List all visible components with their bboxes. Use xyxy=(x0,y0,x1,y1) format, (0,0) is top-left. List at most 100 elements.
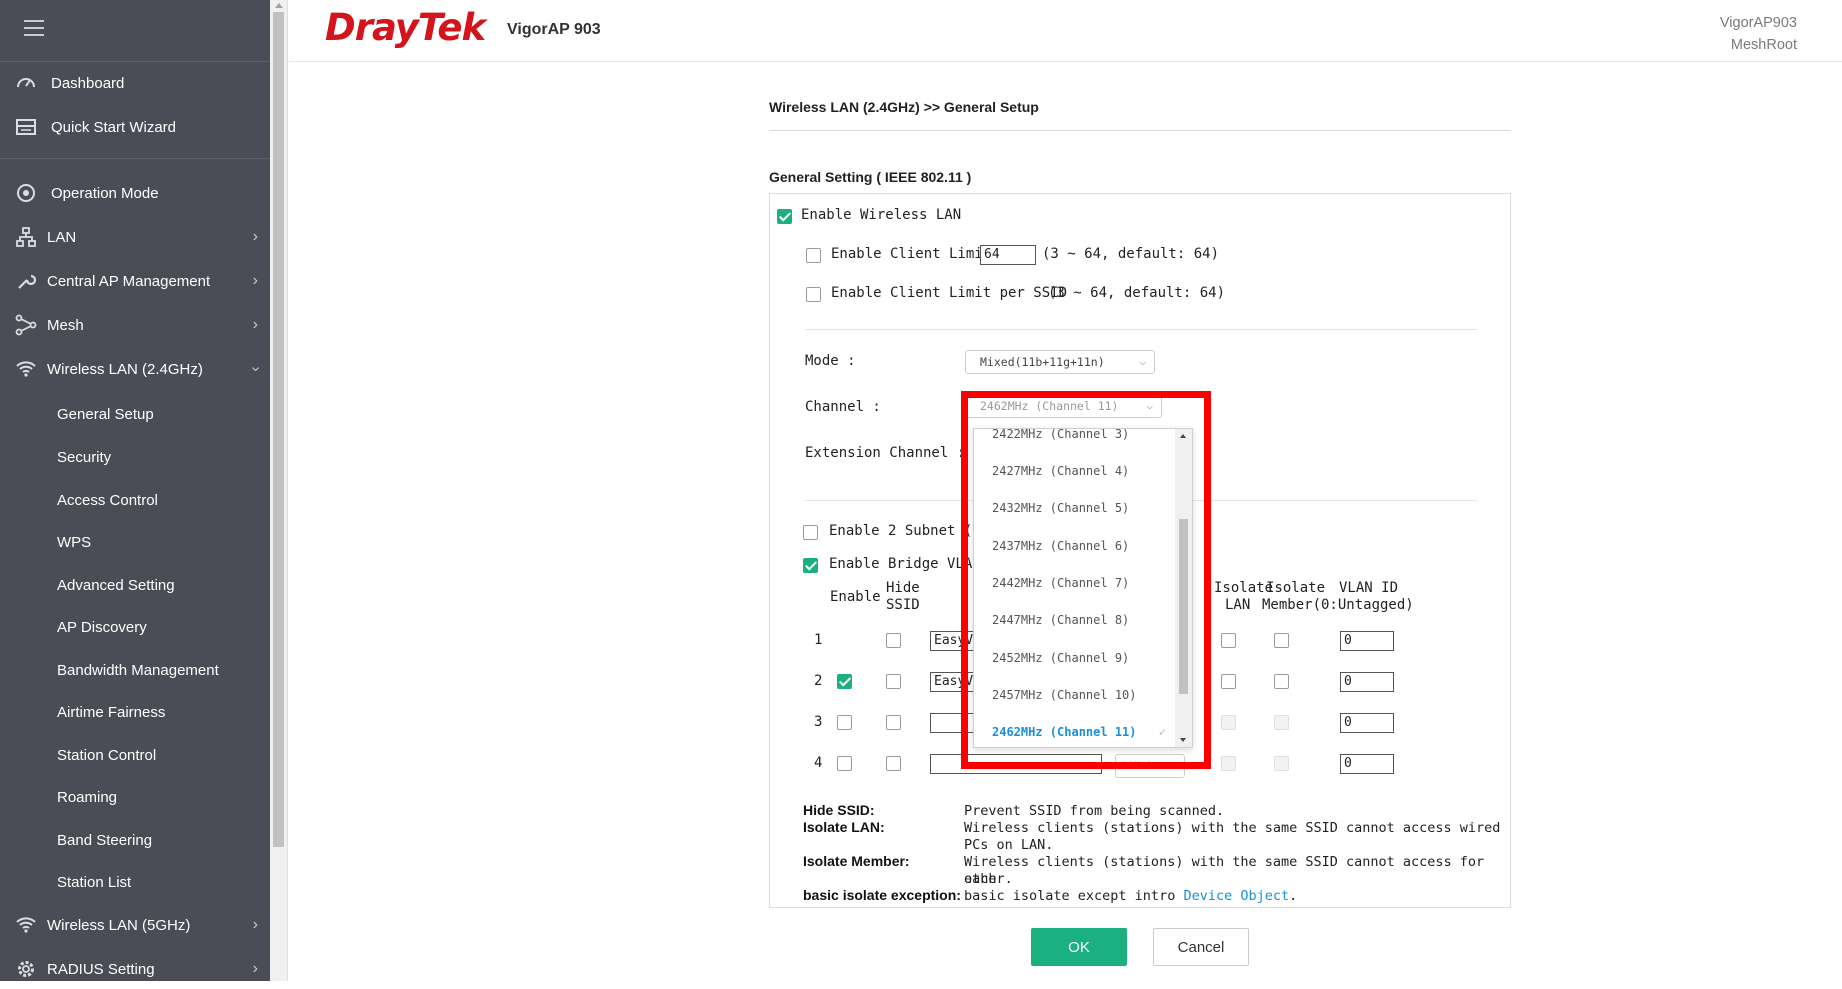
col-header-isolate-lan-2: LAN xyxy=(1225,597,1251,613)
vlan-id-input[interactable]: 0 xyxy=(1340,713,1394,733)
sidebar-subitem-station-list[interactable]: Station List xyxy=(0,863,270,901)
sidebar-item-wireless-lan-5[interactable]: Wireless LAN (5GHz) › xyxy=(0,905,270,945)
sidebar-item-label: Wireless LAN (5GHz) xyxy=(47,916,191,934)
sidebar-item-label: Operation Mode xyxy=(51,184,159,202)
sidebar-item-label: Wireless LAN (2.4GHz) xyxy=(47,360,203,378)
row-number: 1 xyxy=(814,632,823,648)
vlan-id-input[interactable]: 0 xyxy=(1340,631,1394,651)
sidebar-subitem-label: Band Steering xyxy=(57,831,153,849)
highlight-box xyxy=(961,391,1211,769)
sidebar-subitem-label: Airtime Fairness xyxy=(57,703,166,721)
sidebar-item-mesh[interactable]: Mesh › xyxy=(0,305,270,345)
row-number: 4 xyxy=(814,755,823,771)
dashboard-icon xyxy=(14,71,38,95)
enable-wlan-label: Enable Wireless LAN xyxy=(801,207,962,223)
enable-row-checkbox[interactable] xyxy=(837,674,852,689)
col-header-hide: Hide xyxy=(886,580,920,596)
main-scrollbar[interactable] xyxy=(1823,62,1842,981)
sidebar-subitem-wps[interactable]: WPS xyxy=(0,523,270,561)
sidebar-subitem-airtime-fairness[interactable]: Airtime Fairness xyxy=(0,693,270,731)
sidebar-subitem-access-control[interactable]: Access Control xyxy=(0,481,270,519)
channel-label: Channel : xyxy=(805,399,881,415)
chevron-right-icon: › xyxy=(252,916,258,933)
isolate-member-checkbox[interactable] xyxy=(1274,756,1289,771)
sidebar-item-operation-mode[interactable]: Operation Mode xyxy=(0,173,270,213)
device-role: MeshRoot xyxy=(1730,37,1797,53)
enable-wlan-checkbox[interactable] xyxy=(777,209,792,224)
sidebar-subitem-label: General Setup xyxy=(57,405,154,423)
sidebar-item-radius-setting[interactable]: RADIUS Setting › xyxy=(0,949,270,989)
mode-select[interactable]: Mixed(11b+11g+11n) ⌵ xyxy=(965,350,1155,374)
client-limit-input[interactable]: 64 xyxy=(980,245,1036,265)
sidebar-item-label: RADIUS Setting xyxy=(47,960,155,978)
device-object-link[interactable]: Device Object xyxy=(1183,888,1289,904)
isolate-lan-checkbox[interactable] xyxy=(1221,633,1236,648)
sidebar-item-label: Quick Start Wizard xyxy=(51,118,177,136)
sidebar-item-label: Central AP Management xyxy=(47,272,211,290)
isolate-lan-checkbox[interactable] xyxy=(1221,674,1236,689)
sidebar-subitem-label: Roaming xyxy=(57,788,118,806)
sidebar-subitem-general-setup[interactable]: General Setup xyxy=(0,395,270,433)
sidebar-subitem-label: Advanced Setting xyxy=(57,576,175,594)
cancel-button[interactable]: Cancel xyxy=(1153,928,1249,966)
col-header-vlan-id: VLAN ID xyxy=(1339,580,1399,596)
note-exception-value: basic isolate except intro Device Object… xyxy=(964,888,1297,905)
row-number: 2 xyxy=(814,673,823,689)
enable-bridge-vlan-checkbox[interactable] xyxy=(803,558,818,573)
enable-row-checkbox[interactable] xyxy=(837,715,852,730)
vlan-id-input[interactable]: 0 xyxy=(1340,672,1394,692)
enable-bridge-vlan-label: Enable Bridge VLAN xyxy=(829,556,981,572)
vlan-id-input[interactable]: 0 xyxy=(1340,754,1394,774)
chevron-right-icon: › xyxy=(252,316,258,333)
menu-toggle-icon[interactable] xyxy=(24,20,44,36)
sidebar-subitem-ap-discovery[interactable]: AP Discovery xyxy=(0,608,270,646)
isolate-member-checkbox[interactable] xyxy=(1274,674,1289,689)
note-hide-ssid-key: Hide SSID: xyxy=(803,802,875,818)
enable-2-subnet-checkbox[interactable] xyxy=(803,525,818,540)
client-limit-checkbox[interactable] xyxy=(806,248,821,263)
sidebar-subitem-band-steering[interactable]: Band Steering xyxy=(0,821,270,859)
note-exception-end: . xyxy=(1289,888,1298,904)
sidebar-subitem-security[interactable]: Security xyxy=(0,438,270,476)
sidebar-subitem-label: Station Control xyxy=(57,746,157,764)
sidebar-item-lan[interactable]: LAN › xyxy=(0,217,270,257)
hide-ssid-checkbox[interactable] xyxy=(886,633,901,648)
hide-ssid-checkbox[interactable] xyxy=(886,756,901,771)
sidebar-scrollbar[interactable] xyxy=(270,0,288,981)
ok-button[interactable]: OK xyxy=(1031,928,1127,966)
isolate-lan-checkbox[interactable] xyxy=(1221,715,1236,730)
note-isolate-member-value-2: other. xyxy=(964,871,1013,887)
col-header-isolate-member: Isolate xyxy=(1266,580,1326,596)
sidebar-item-central-ap-management[interactable]: Central AP Management › xyxy=(0,261,270,301)
wifi-icon xyxy=(14,913,38,937)
gear-icon xyxy=(14,957,38,981)
sidebar-item-quick-start-wizard[interactable]: Quick Start Wizard xyxy=(0,107,270,147)
note-isolate-member-value-1: Wireless clients (stations) with the sam… xyxy=(964,854,1485,887)
sidebar-subitem-label: Station List xyxy=(57,873,132,891)
sidebar-subitem-station-control[interactable]: Station Control xyxy=(0,736,270,774)
sidebar-subitem-label: AP Discovery xyxy=(57,618,147,636)
sidebar-subitem-advanced-setting[interactable]: Advanced Setting xyxy=(0,566,270,604)
hide-ssid-checkbox[interactable] xyxy=(886,715,901,730)
sidebar-subitem-roaming[interactable]: Roaming xyxy=(0,778,270,816)
client-limit-label: Enable Client Limit xyxy=(831,246,992,262)
sidebar-scrollbar-thumb[interactable] xyxy=(273,12,284,847)
isolate-member-checkbox[interactable] xyxy=(1274,715,1289,730)
chevron-right-icon: › xyxy=(252,272,258,289)
sidebar-item-dashboard[interactable]: Dashboard xyxy=(0,63,270,103)
note-isolate-lan-value-1: Wireless clients (stations) with the sam… xyxy=(964,820,1501,836)
isolate-lan-checkbox[interactable] xyxy=(1221,756,1236,771)
scroll-up-icon[interactable] xyxy=(275,3,283,8)
isolate-member-checkbox[interactable] xyxy=(1274,633,1289,648)
mode-label: Mode : xyxy=(805,353,856,369)
client-limit-ssid-label: Enable Client Limit per SSID xyxy=(831,285,1068,301)
sidebar-subitem-bandwidth-management[interactable]: Bandwidth Management xyxy=(0,651,270,689)
client-limit-hint: (3 ~ 64, default: 64) xyxy=(1042,246,1220,262)
client-limit-ssid-hint: (3 ~ 64, default: 64) xyxy=(1048,285,1226,301)
hide-ssid-checkbox[interactable] xyxy=(886,674,901,689)
sidebar-item-wireless-lan-24[interactable]: Wireless LAN (2.4GHz) › xyxy=(0,349,270,389)
client-limit-ssid-checkbox[interactable] xyxy=(806,287,821,302)
sidebar-item-label: Mesh xyxy=(47,316,84,334)
device-name: VigorAP903 xyxy=(1719,15,1797,31)
enable-row-checkbox[interactable] xyxy=(837,756,852,771)
